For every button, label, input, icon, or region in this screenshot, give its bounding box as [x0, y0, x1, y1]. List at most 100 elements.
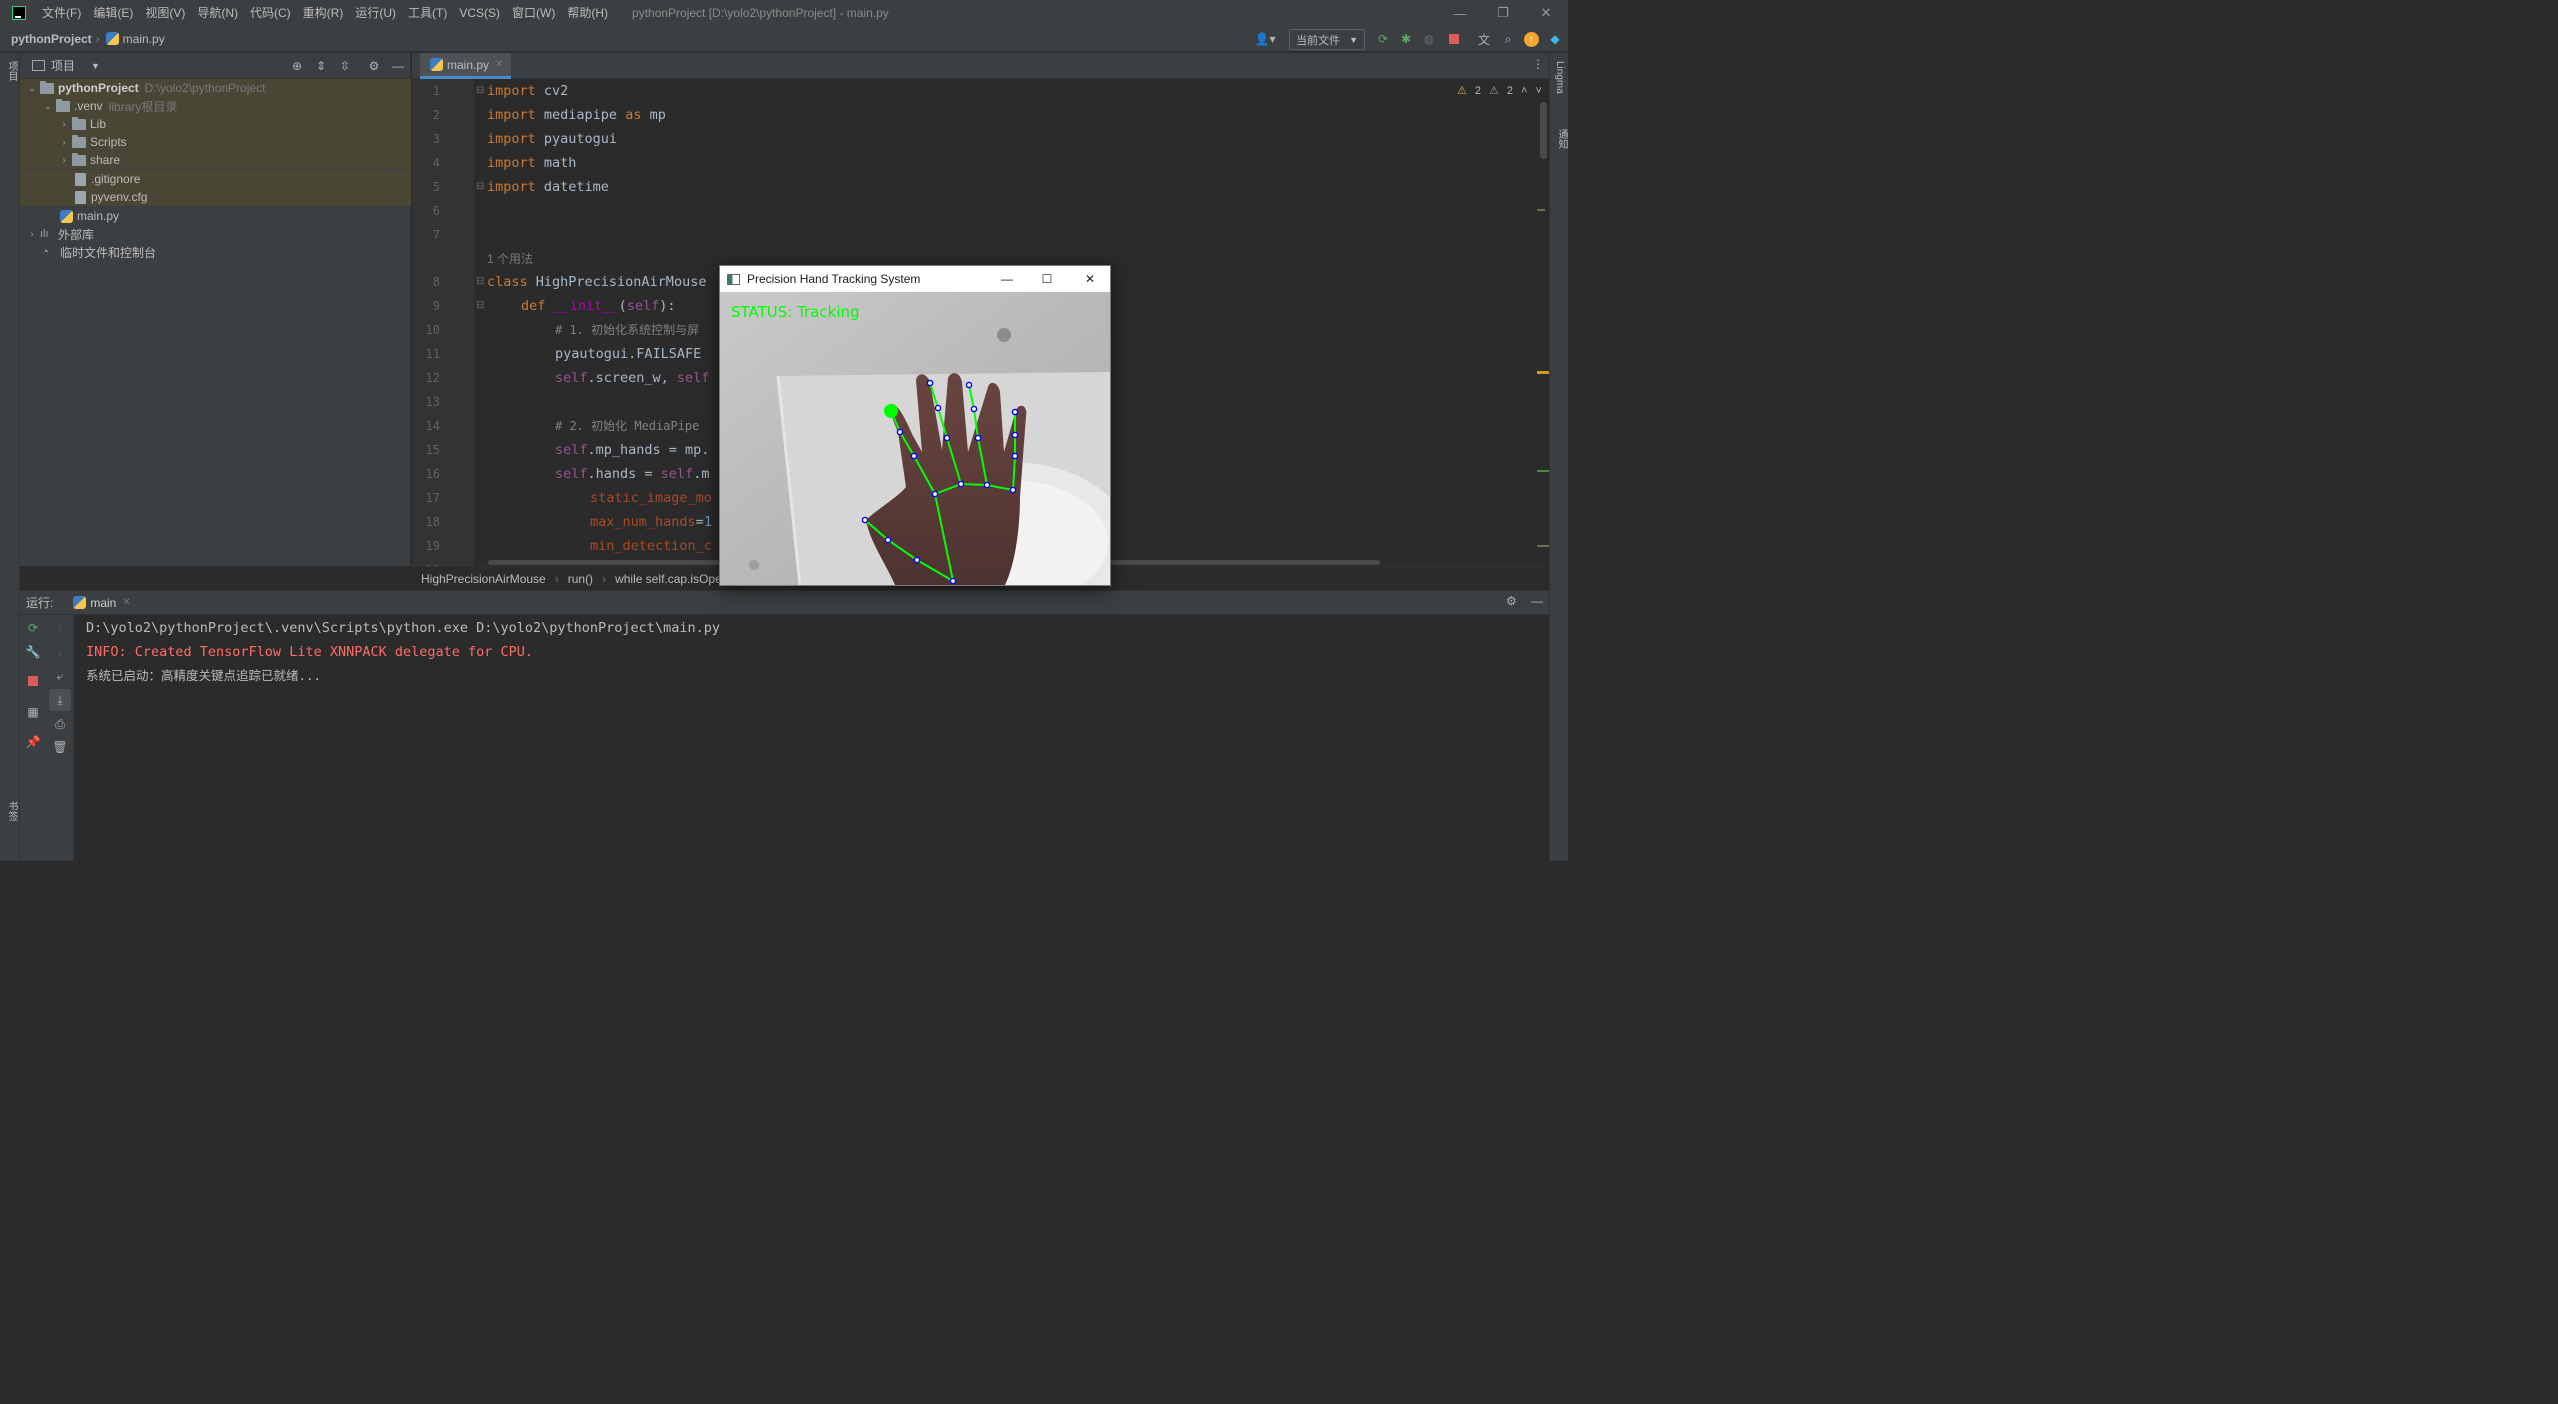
hide-panel-icon[interactable]: — — [1531, 594, 1543, 608]
minimize-icon[interactable]: — — [992, 266, 1022, 292]
scroll-to-end-icon[interactable]: ⤓ — [49, 689, 71, 711]
fold-icon[interactable]: ⊟ — [476, 181, 484, 192]
tab-main-py[interactable]: main.py ✕ — [420, 53, 512, 79]
tree-item-gitignore[interactable]: .gitignore — [20, 170, 411, 188]
run-config-select[interactable]: 当前文件 ▼ — [1289, 29, 1365, 50]
editor-vertical-scrollbar[interactable] — [1540, 102, 1547, 159]
fold-icon[interactable]: ⊟ — [476, 276, 484, 287]
breadcrumb-loop[interactable]: while self.cap.isOpe — [615, 572, 722, 586]
maximize-icon[interactable]: ☐ — [1032, 266, 1062, 292]
tree-item-pyvenv-cfg[interactable]: pyvenv.cfg — [20, 188, 411, 206]
rerun-icon[interactable]: ⟳ — [1375, 31, 1391, 47]
tree-item-scratches[interactable]: ◔ 临时文件和控制台 — [20, 243, 411, 261]
close-tab-icon[interactable]: ✕ — [495, 59, 503, 70]
arrow-up-icon[interactable]: ↑ — [51, 619, 69, 637]
gear-icon[interactable]: ⚙ — [1506, 594, 1517, 608]
tree-item-label: Scripts — [90, 135, 127, 149]
tree-item-external-libraries[interactable]: › ılı 外部库 — [20, 225, 411, 243]
tree-item-label: pyvenv.cfg — [91, 190, 148, 204]
menu-window[interactable]: 窗口(W) — [506, 0, 561, 26]
chevron-up-icon[interactable]: ˄ — [1521, 85, 1527, 97]
breadcrumb-file[interactable]: main.py — [123, 32, 165, 46]
menu-tools[interactable]: 工具(T) — [402, 0, 453, 26]
inspection-widget[interactable]: ⚠ 2 ⚠ 2 ˄ ˅ — [1457, 84, 1542, 98]
run-tab-main[interactable]: main ✕ — [71, 596, 131, 610]
close-window-button[interactable]: ✕ — [1524, 0, 1568, 26]
run-console[interactable]: D:\yolo2\pythonProject\.venv\Scripts\pyt… — [74, 615, 1549, 861]
more-options-icon[interactable]: ⋮ — [1532, 57, 1544, 71]
breadcrumb-project[interactable]: pythonProject — [11, 32, 92, 46]
code-line: self.mp_hands = mp. — [555, 438, 709, 462]
window-title: pythonProject [D:\yolo2\pythonProject] -… — [632, 6, 889, 20]
lingma-tool-tab[interactable]: Lingma — [1554, 61, 1565, 94]
coverage-icon[interactable]: ◍ — [1421, 31, 1437, 47]
line-number: 7 — [432, 228, 440, 242]
chevron-down-icon[interactable]: ▼ — [91, 61, 100, 71]
trash-icon[interactable]: 🗑 — [51, 738, 69, 756]
layout-icon[interactable]: ▦ — [24, 703, 42, 721]
pin-icon[interactable]: 📌 — [24, 733, 42, 751]
project-panel-title[interactable]: 项目 — [51, 57, 75, 74]
rerun-icon[interactable]: ⟳ — [24, 619, 42, 637]
opencv-window[interactable]: Precision Hand Tracking System — ☐ ✕ STA… — [719, 265, 1111, 586]
menu-file[interactable]: 文件(F) — [36, 0, 87, 26]
menu-refactor[interactable]: 重构(R) — [297, 0, 350, 26]
stop-icon[interactable] — [24, 672, 42, 690]
stop-icon[interactable] — [1446, 31, 1462, 47]
console-line: D:\yolo2\pythonProject\.venv\Scripts\pyt… — [86, 620, 720, 636]
lingma-icon[interactable]: ◆ — [1547, 31, 1563, 47]
tree-item-scripts[interactable]: › Scripts — [20, 133, 411, 151]
fold-icon[interactable]: ⊟ — [476, 300, 484, 311]
wrench-icon[interactable]: 🔧 — [24, 643, 42, 661]
notifications-tool-tab[interactable]: 通知 — [1554, 129, 1569, 149]
bookmarks-tool-tab[interactable]: 书签 — [4, 801, 19, 821]
usage-hint[interactable]: 1 个用法 — [487, 247, 533, 271]
tree-item-share[interactable]: › share — [20, 151, 411, 169]
print-icon[interactable]: ⎙ — [51, 715, 69, 733]
line-number: 12 — [425, 371, 440, 385]
close-icon[interactable]: ✕ — [1075, 266, 1105, 292]
breadcrumb-method[interactable]: run() — [568, 572, 593, 586]
close-tab-icon[interactable]: ✕ — [122, 597, 130, 608]
tree-item-lib[interactable]: › Lib — [20, 115, 411, 133]
code-text: HighPrecisionAirMouse — [527, 274, 707, 290]
menu-code[interactable]: 代码(C) — [244, 0, 297, 26]
skeleton-joint — [957, 480, 965, 488]
opencv-window-titlebar[interactable]: Precision Hand Tracking System — ☐ ✕ — [720, 266, 1110, 292]
breadcrumb-class[interactable]: HighPrecisionAirMouse — [421, 572, 546, 586]
code-self: self — [555, 442, 588, 458]
soft-wrap-icon[interactable]: ⤶ — [51, 667, 69, 685]
debug-icon[interactable]: ✱ — [1398, 31, 1414, 47]
tree-item-project-root[interactable]: ⌄ pythonProject D:\yolo2\pythonProject — [20, 79, 411, 97]
tree-item-venv[interactable]: ⌄ .venv library根目录 — [20, 97, 411, 115]
collapse-all-icon[interactable]: ⇳ — [337, 58, 353, 74]
project-tool-tab[interactable]: 项目 — [4, 61, 19, 81]
code-text: ): — [659, 298, 676, 314]
tree-item-label: share — [90, 153, 121, 167]
hide-panel-icon[interactable]: — — [390, 58, 406, 74]
tracking-status-label: STATUS: Tracking — [731, 303, 860, 321]
search-icon[interactable]: ⌕ — [1500, 31, 1516, 47]
tree-item-main-py[interactable]: main.py — [20, 207, 411, 225]
gear-icon[interactable]: ⚙ — [366, 58, 382, 74]
menu-vcs[interactable]: VCS(S) — [453, 0, 506, 26]
line-number: 16 — [425, 467, 440, 481]
expand-all-icon[interactable]: ⇕ — [313, 58, 329, 74]
menu-run[interactable]: 运行(U) — [349, 0, 402, 26]
restore-window-button[interactable]: ❐ — [1481, 0, 1525, 26]
menu-edit[interactable]: 编辑(E) — [87, 0, 139, 26]
minimize-window-button[interactable]: — — [1438, 0, 1482, 26]
arrow-down-icon[interactable]: ↓ — [51, 643, 69, 661]
warning-icon: ⚠ — [1457, 85, 1467, 97]
menu-view[interactable]: 视图(V) — [139, 0, 191, 26]
code-text: pyautogui — [535, 131, 618, 147]
fold-icon[interactable]: ⊟ — [476, 85, 484, 96]
chevron-down-icon[interactable]: ˅ — [1535, 85, 1541, 97]
menu-navigate[interactable]: 导航(N) — [191, 0, 244, 26]
locate-file-icon[interactable]: ⊕ — [289, 58, 305, 74]
account-icon[interactable]: 👤▾ — [1252, 31, 1278, 47]
translate-icon[interactable]: 文 — [1476, 31, 1492, 47]
menu-help[interactable]: 帮助(H) — [561, 0, 614, 26]
update-icon[interactable]: ↑ — [1523, 31, 1539, 47]
chevron-down-icon: ▼ — [1349, 34, 1358, 45]
